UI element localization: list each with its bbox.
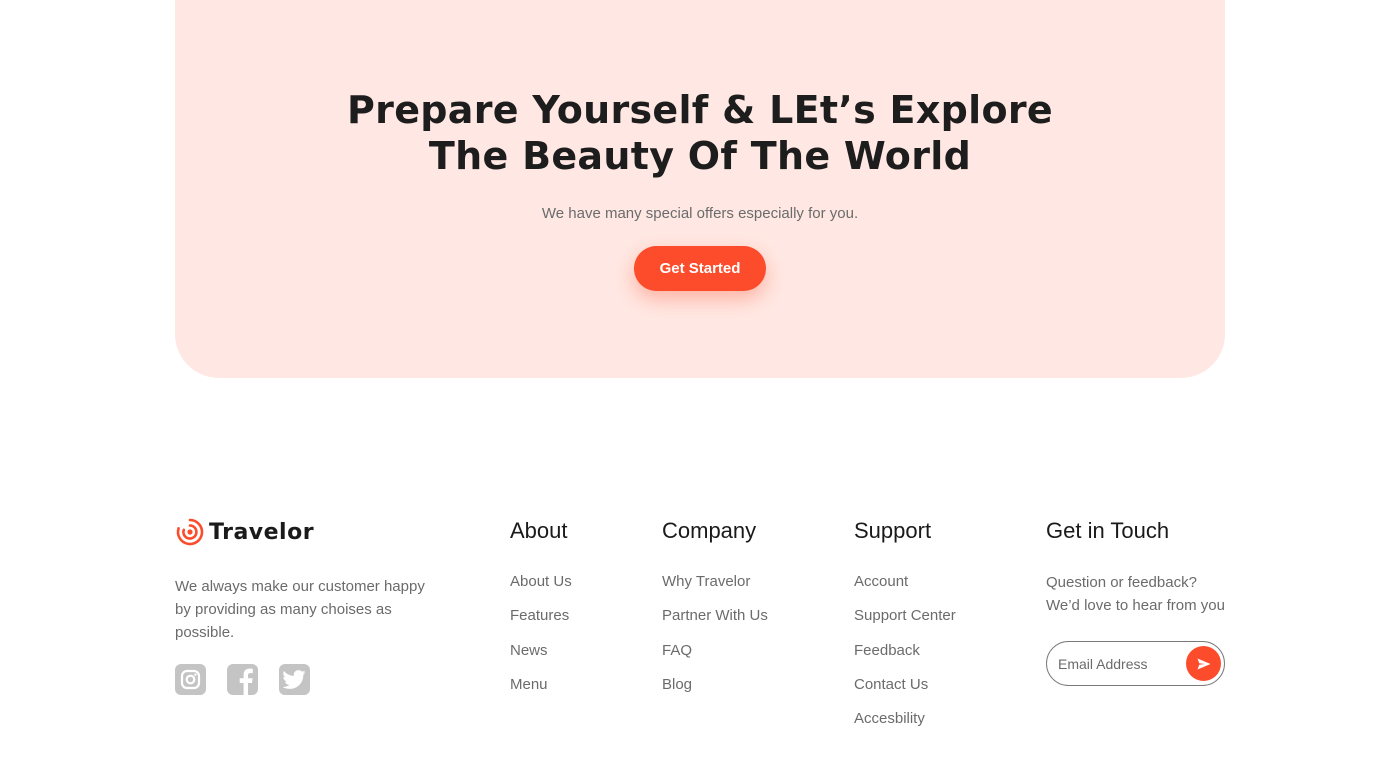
- footer-link-support-center[interactable]: Support Center: [854, 606, 956, 640]
- send-icon: [1197, 658, 1210, 669]
- instagram-icon[interactable]: [175, 664, 206, 695]
- cta-subtitle: We have many special offers especially f…: [541, 205, 859, 222]
- footer-column-company: Company Why Travelor Partner With Us FAQ…: [662, 517, 768, 709]
- footer-link-contact-us[interactable]: Contact Us: [854, 675, 956, 709]
- footer-column-support: Support Account Support Center Feedback …: [854, 517, 956, 743]
- footer-link-news[interactable]: News: [510, 641, 572, 675]
- footer-link-blog[interactable]: Blog: [662, 675, 768, 709]
- footer-link-faq[interactable]: FAQ: [662, 641, 768, 675]
- send-button[interactable]: [1186, 646, 1221, 681]
- footer-link-partner-with-us[interactable]: Partner With Us: [662, 606, 768, 640]
- brand-name: Travelor: [209, 519, 315, 545]
- footer-link-features[interactable]: Features: [510, 606, 572, 640]
- cta-title: Prepare Yourself & LEt’s Explore The Bea…: [175, 87, 1225, 179]
- footer-link-feedback[interactable]: Feedback: [854, 641, 956, 675]
- footer-column-about: About About Us Features News Menu: [510, 517, 572, 709]
- cta-title-line-1: Prepare Yourself & LEt’s Explore: [347, 88, 1053, 132]
- brand-description: We always make our customer happy by pro…: [175, 578, 425, 641]
- cta-title-line-2: The Beauty Of The World: [428, 134, 972, 178]
- brand-logo-link[interactable]: Travelor: [175, 517, 314, 547]
- get-in-touch-text: Question or feedback? We’d love to hear …: [1046, 571, 1236, 617]
- travelor-logo-icon: [176, 518, 204, 546]
- newsletter-form: [1046, 641, 1225, 686]
- social-links: [175, 664, 310, 695]
- get-in-touch-line-1: Question or feedback?: [1046, 574, 1197, 591]
- footer-link-menu[interactable]: Menu: [510, 675, 572, 709]
- get-in-touch-heading: Get in Touch: [1046, 518, 1170, 543]
- about-links: About Us Features News Menu: [510, 572, 572, 709]
- footer-link-account[interactable]: Account: [854, 572, 956, 606]
- footer-link-about-us[interactable]: About Us: [510, 572, 572, 606]
- footer-column-get-in-touch: Get in Touch Question or feedback? We’d …: [1046, 517, 1226, 686]
- twitter-icon[interactable]: [279, 664, 310, 695]
- email-input[interactable]: [1058, 653, 1183, 675]
- company-heading: Company: [662, 518, 757, 543]
- facebook-icon[interactable]: [227, 664, 258, 695]
- company-links: Why Travelor Partner With Us FAQ Blog: [662, 572, 768, 709]
- cta-banner: Prepare Yourself & LEt’s Explore The Bea…: [175, 0, 1225, 378]
- support-heading: Support: [854, 518, 932, 543]
- about-heading: About: [510, 518, 568, 543]
- support-links: Account Support Center Feedback Contact …: [854, 572, 956, 743]
- footer-link-accesbility[interactable]: Accesbility: [854, 709, 956, 743]
- get-in-touch-line-2: We’d love to hear from you: [1046, 597, 1225, 614]
- get-started-button[interactable]: Get Started: [634, 246, 766, 291]
- footer-link-why-travelor[interactable]: Why Travelor: [662, 572, 768, 606]
